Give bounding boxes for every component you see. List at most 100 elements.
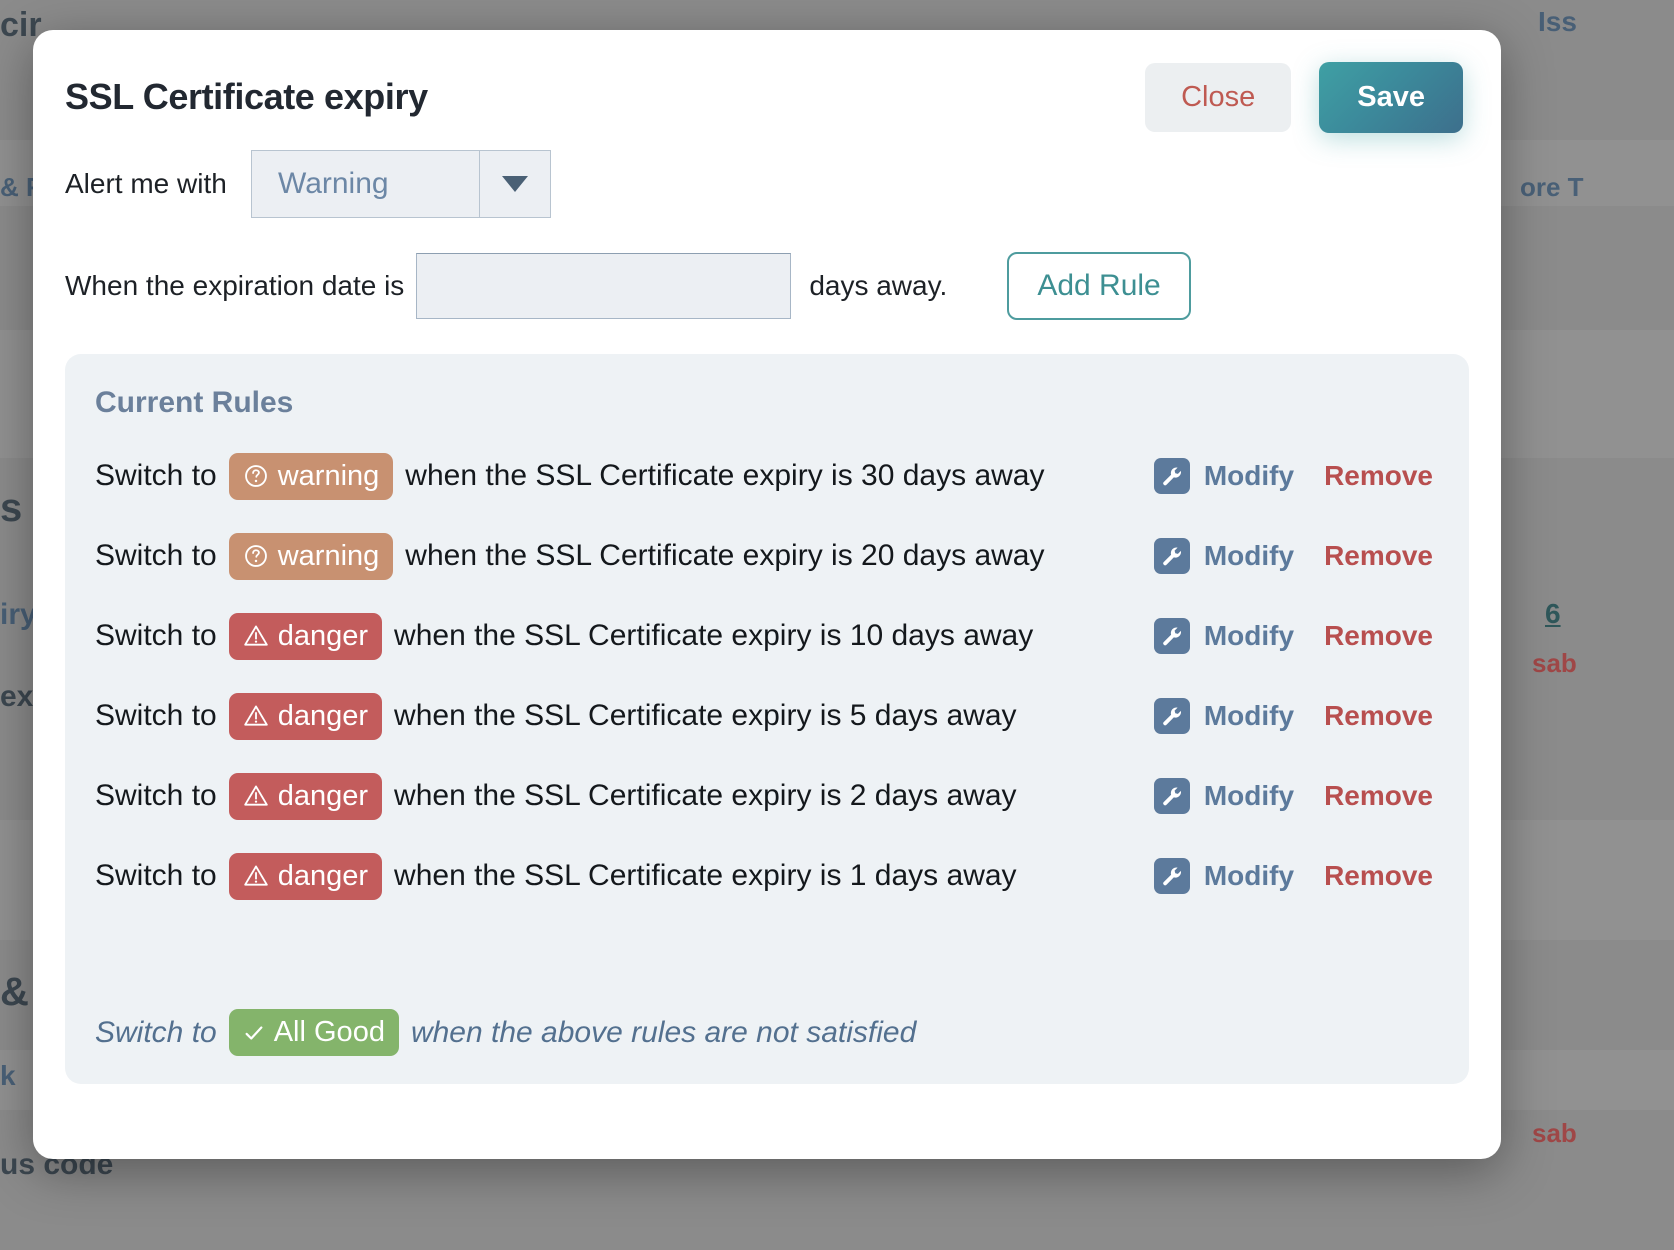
wrench-icon-tile[interactable]: [1153, 618, 1190, 654]
current-rules-heading: Current Rules: [95, 386, 294, 419]
add-rule-button[interactable]: Add Rule: [1007, 252, 1191, 320]
status-badge-danger: danger: [228, 692, 383, 740]
wrench-icon: [1163, 867, 1181, 886]
modify-label[interactable]: Modify: [1204, 620, 1294, 652]
modify-rule-button[interactable]: Modify: [1153, 538, 1294, 574]
chevron-down-icon[interactable]: [479, 150, 551, 218]
save-button[interactable]: Save: [1319, 62, 1463, 133]
wrench-icon: [1163, 547, 1181, 566]
wrench-icon-tile[interactable]: [1153, 538, 1190, 574]
rule-condition-label: when the SSL Certificate expiry is 2 day…: [394, 779, 1017, 812]
wrench-icon: [1163, 467, 1181, 486]
status-badge-label: danger: [277, 779, 369, 812]
status-badge-all-good: All Good: [228, 1009, 399, 1056]
remove-rule-button[interactable]: Remove: [1324, 860, 1433, 892]
rule-row: Switch to warning when the SSL Certificate…: [95, 516, 1439, 596]
modify-rule-button[interactable]: Modify: [1153, 618, 1294, 654]
rule-description: Switch to danger when the SSL Certificate …: [95, 612, 1154, 660]
modify-label[interactable]: Modify: [1204, 700, 1294, 732]
wrench-icon: [1163, 787, 1181, 806]
status-badge-label: danger: [277, 619, 369, 652]
modify-label[interactable]: Modify: [1204, 860, 1294, 892]
dialog-header-actions: Close Save: [1145, 62, 1463, 133]
wrench-icon: [1163, 707, 1181, 726]
modify-label[interactable]: Modify: [1204, 460, 1294, 492]
modify-rule-button[interactable]: Modify: [1153, 858, 1294, 894]
warning-triangle-icon: [243, 705, 268, 726]
status-badge-label: danger: [277, 859, 369, 892]
rule-condition-label: when the SSL Certificate expiry is 1 day…: [394, 859, 1017, 892]
rule-description: Switch to danger when the SSL Certificate …: [95, 852, 1154, 900]
modify-rule-button[interactable]: Modify: [1153, 458, 1294, 494]
rule-condition-label: when the SSL Certificate expiry is 10 da…: [394, 619, 1034, 652]
rule-row: Switch to danger when the SSL Certificate …: [95, 596, 1439, 676]
status-badge-label: warning: [277, 459, 380, 492]
modify-label[interactable]: Modify: [1204, 780, 1294, 812]
current-rules-panel: Current Rules Switch to warning when the S…: [65, 354, 1469, 1084]
severity-row: Alert me with Warning: [65, 150, 1469, 218]
question-circle-icon: [244, 465, 267, 487]
status-badge-danger: danger: [228, 772, 383, 820]
rule-prefix-label: Switch to: [95, 619, 217, 652]
modify-rule-button[interactable]: Modify: [1153, 698, 1294, 734]
rule-row: Switch to danger when the SSL Certificate …: [95, 756, 1439, 836]
background-text-fragment: k: [0, 1060, 16, 1091]
ssl-certificate-expiry-dialog: SSL Certificate expiry Close Save Alert …: [33, 30, 1501, 1159]
status-badge-danger: danger: [228, 612, 383, 660]
expiration-date-label: When the expiration date is: [65, 270, 405, 301]
status-badge-label: warning: [277, 539, 380, 572]
rule-prefix-label: Switch to: [95, 459, 217, 492]
fallback-prefix-label: Switch to: [95, 1015, 217, 1049]
modify-label[interactable]: Modify: [1204, 540, 1294, 572]
fallback-suffix-label: when the above rules are not satisfied: [410, 1015, 917, 1049]
rule-row: Switch to danger when the SSL Certificate …: [95, 836, 1439, 916]
rule-description: Switch to warning when the SSL Certificate…: [95, 532, 1154, 580]
question-circle-icon: [244, 545, 267, 567]
rule-prefix-label: Switch to: [95, 699, 217, 732]
expiration-days-row: When the expiration date is days away. A…: [65, 252, 1469, 320]
warning-triangle-icon: [243, 865, 268, 886]
status-badge-danger: danger: [228, 852, 383, 900]
rule-actions: Modify Remove: [1153, 618, 1433, 654]
modify-rule-button[interactable]: Modify: [1153, 778, 1294, 814]
remove-rule-button[interactable]: Remove: [1324, 540, 1433, 572]
background-text-fragment: s: [0, 486, 23, 530]
rule-prefix-label: Switch to: [95, 859, 217, 892]
wrench-icon-tile[interactable]: [1153, 458, 1190, 494]
fallback-badge-label: All Good: [273, 1016, 385, 1048]
check-icon: [245, 1025, 263, 1040]
severity-select-value[interactable]: Warning: [251, 150, 479, 218]
rule-row: Switch to danger when the SSL Certificate …: [95, 676, 1439, 756]
remove-rule-button[interactable]: Remove: [1324, 460, 1433, 492]
dialog-header: SSL Certificate expiry Close Save: [33, 30, 1501, 150]
rule-actions: Modify Remove: [1153, 538, 1433, 574]
rule-condition-label: when the SSL Certificate expiry is 5 day…: [394, 699, 1017, 732]
status-badge-label: danger: [277, 699, 369, 732]
status-badge-warning: warning: [228, 452, 394, 500]
background-text-fragment: sab: [1532, 1118, 1577, 1148]
rule-actions: Modify Remove: [1153, 698, 1433, 734]
wrench-icon-tile[interactable]: [1153, 778, 1190, 814]
rule-description: Switch to danger when the SSL Certificate …: [95, 692, 1154, 740]
wrench-icon-tile[interactable]: [1153, 698, 1190, 734]
rules-list: Switch to warning when the SSL Certificate…: [95, 436, 1439, 916]
background-text-fragment: &: [0, 970, 29, 1014]
remove-rule-button[interactable]: Remove: [1324, 700, 1433, 732]
days-away-input[interactable]: [416, 253, 792, 319]
days-away-suffix-label: days away.: [809, 270, 948, 301]
close-button[interactable]: Close: [1145, 63, 1292, 132]
status-badge-warning: warning: [228, 532, 394, 580]
background-text-fragment: iry: [0, 598, 37, 631]
wrench-icon-tile[interactable]: [1153, 858, 1190, 894]
rule-condition-label: when the SSL Certificate expiry is 30 da…: [405, 459, 1045, 492]
severity-select[interactable]: Warning: [251, 150, 551, 218]
rule-condition-label: when the SSL Certificate expiry is 20 da…: [405, 539, 1045, 572]
remove-rule-button[interactable]: Remove: [1324, 780, 1433, 812]
remove-rule-button[interactable]: Remove: [1324, 620, 1433, 652]
rule-prefix-label: Switch to: [95, 539, 217, 572]
rule-description: Switch to warning when the SSL Certificate…: [95, 452, 1154, 500]
rule-actions: Modify Remove: [1153, 458, 1433, 494]
rule-row: Switch to warning when the SSL Certificate…: [95, 436, 1439, 516]
warning-triangle-icon: [243, 625, 268, 646]
alert-me-with-label: Alert me with: [65, 168, 227, 199]
